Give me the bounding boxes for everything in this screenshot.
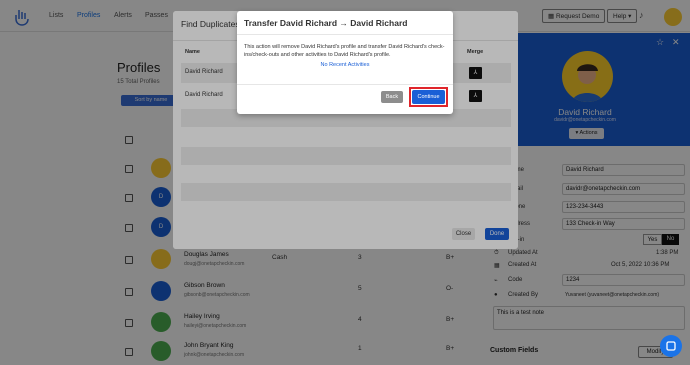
transfer-modal: Transfer David Richard → David Richard T… [237, 11, 453, 114]
chat-icon [666, 341, 676, 351]
divider [237, 84, 453, 85]
recent-activities-link[interactable]: No Recent Activities [237, 62, 453, 68]
transfer-message: This action will remove David Richard's … [244, 44, 445, 58]
modal-title: Transfer David Richard → David Richard [244, 18, 408, 28]
chat-button[interactable] [660, 335, 682, 357]
continue-button[interactable]: Continue [412, 90, 445, 104]
divider [237, 34, 453, 35]
back-button[interactable]: Back [381, 91, 403, 103]
